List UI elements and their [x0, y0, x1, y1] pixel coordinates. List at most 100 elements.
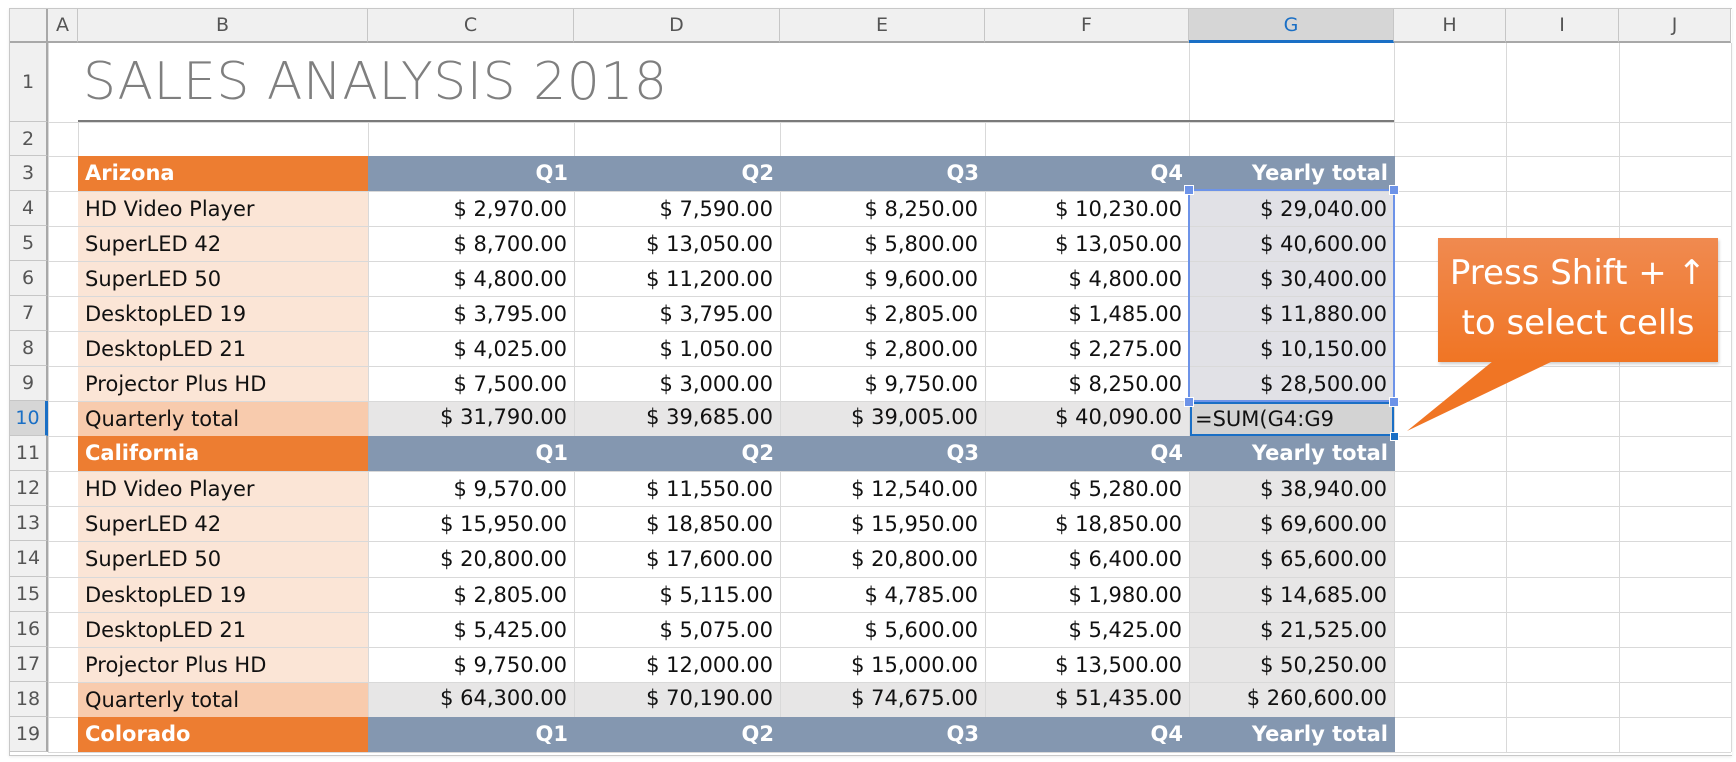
quarter-value-cell[interactable]: $ 13,050.00 — [575, 227, 780, 262]
quarter-value-cell[interactable]: $ 5,425.00 — [986, 612, 1189, 647]
section-header-california[interactable]: California — [78, 436, 368, 472]
quarter-value-cell[interactable]: $ 4,025.00 — [369, 332, 574, 367]
quarter-value-cell[interactable]: $ 13,050.00 — [986, 227, 1189, 262]
quarterly-total-cell[interactable]: $ 31,790.00 — [369, 402, 574, 437]
quarter-value-cell[interactable]: $ 4,800.00 — [986, 262, 1189, 297]
quarter-value-cell[interactable]: $ 11,200.00 — [575, 262, 780, 297]
column-header-e[interactable]: E — [780, 9, 985, 43]
product-name[interactable]: Projector Plus HD — [78, 367, 368, 402]
quarter-value-cell[interactable]: $ 4,800.00 — [369, 262, 574, 297]
quarter-value-cell[interactable]: $ 13,500.00 — [986, 647, 1189, 682]
column-label-yearly-total[interactable]: Yearly total — [1189, 436, 1395, 472]
column-label-q4[interactable]: Q4 — [985, 436, 1190, 472]
row-header-18[interactable]: 18 — [10, 681, 48, 717]
selection-handle[interactable] — [1184, 397, 1194, 408]
column-label-q1[interactable]: Q1 — [368, 716, 575, 752]
fill-handle[interactable] — [1390, 432, 1399, 442]
quarter-value-cell[interactable]: $ 1,485.00 — [986, 297, 1189, 332]
product-name[interactable]: SuperLED 50 — [78, 542, 368, 577]
product-name[interactable]: DesktopLED 19 — [78, 297, 368, 332]
quarter-value-cell[interactable]: $ 2,805.00 — [369, 577, 574, 612]
row-header-7[interactable]: 7 — [10, 296, 48, 332]
column-header-h[interactable]: H — [1394, 9, 1506, 43]
quarter-value-cell[interactable]: $ 2,275.00 — [986, 332, 1189, 367]
product-name[interactable]: DesktopLED 19 — [78, 577, 368, 612]
yearly-total-cell[interactable]: $ 14,685.00 — [1190, 577, 1394, 612]
quarter-value-cell[interactable]: $ 9,570.00 — [369, 472, 574, 507]
quarter-value-cell[interactable]: $ 5,800.00 — [781, 227, 985, 262]
quarterly-total-cell[interactable]: $ 39,685.00 — [575, 402, 780, 437]
quarterly-total-label[interactable]: Quarterly total — [78, 682, 368, 717]
quarterly-total-cell[interactable]: $ 51,435.00 — [986, 682, 1189, 717]
quarter-value-cell[interactable]: $ 6,400.00 — [986, 542, 1189, 577]
product-name[interactable]: SuperLED 50 — [78, 262, 368, 297]
product-name[interactable]: DesktopLED 21 — [78, 612, 368, 647]
quarter-value-cell[interactable]: $ 9,600.00 — [781, 262, 985, 297]
quarterly-total-cell[interactable]: $ 74,675.00 — [781, 682, 985, 717]
row-header-19[interactable]: 19 — [10, 716, 48, 752]
row-header-1[interactable]: 1 — [10, 43, 48, 122]
column-label-q3[interactable]: Q3 — [780, 436, 986, 472]
section-header-colorado[interactable]: Colorado — [78, 716, 368, 752]
quarter-value-cell[interactable]: $ 20,800.00 — [369, 542, 574, 577]
column-label-q3[interactable]: Q3 — [780, 156, 986, 192]
quarter-value-cell[interactable]: $ 1,980.00 — [986, 577, 1189, 612]
quarter-value-cell[interactable]: $ 5,425.00 — [369, 612, 574, 647]
active-cell-formula-input[interactable]: =SUM(G4:G9 — [1190, 402, 1394, 437]
selection-handle[interactable] — [1389, 185, 1399, 196]
spreadsheet-grid[interactable]: A B C D E F G H I J 1 2 3 4 5 6 7 8 9 10 11 12 13 14 15 16 17 18 19 S… — [9, 8, 1732, 756]
product-name[interactable]: DesktopLED 21 — [78, 332, 368, 367]
quarter-value-cell[interactable]: $ 7,500.00 — [369, 367, 574, 402]
column-header-a[interactable]: A — [48, 9, 78, 43]
quarter-value-cell[interactable]: $ 5,075.00 — [575, 612, 780, 647]
section-header-arizona[interactable]: Arizona — [78, 156, 368, 192]
quarter-value-cell[interactable]: $ 5,115.00 — [575, 577, 780, 612]
quarterly-total-cell[interactable]: $ 70,190.00 — [575, 682, 780, 717]
column-label-q4[interactable]: Q4 — [985, 156, 1190, 192]
quarter-value-cell[interactable]: $ 17,600.00 — [575, 542, 780, 577]
column-label-q2[interactable]: Q2 — [574, 436, 781, 472]
row-header-9[interactable]: 9 — [10, 366, 48, 402]
row-header-12[interactable]: 12 — [10, 471, 48, 507]
selection-handle[interactable] — [1184, 185, 1194, 196]
column-header-j[interactable]: J — [1619, 9, 1731, 43]
product-name[interactable]: SuperLED 42 — [78, 507, 368, 542]
row-header-15[interactable]: 15 — [10, 576, 48, 612]
selection-handle[interactable] — [1389, 397, 1399, 408]
column-label-q4[interactable]: Q4 — [985, 716, 1190, 752]
quarter-value-cell[interactable]: $ 11,550.00 — [575, 472, 780, 507]
yearly-total-cell[interactable]: $ 50,250.00 — [1190, 647, 1394, 682]
quarter-value-cell[interactable]: $ 12,540.00 — [781, 472, 985, 507]
quarterly-total-cell[interactable]: $ 40,090.00 — [986, 402, 1189, 437]
quarter-value-cell[interactable]: $ 5,280.00 — [986, 472, 1189, 507]
sheet-title[interactable]: SALES ANALYSIS 2018 — [78, 43, 1189, 122]
quarter-value-cell[interactable]: $ 9,750.00 — [781, 367, 985, 402]
row-header-4[interactable]: 4 — [10, 191, 48, 227]
quarter-value-cell[interactable]: $ 18,850.00 — [575, 507, 780, 542]
column-label-q1[interactable]: Q1 — [368, 436, 575, 472]
yearly-total-cell[interactable]: $ 21,525.00 — [1190, 612, 1394, 647]
product-name[interactable]: Projector Plus HD — [78, 647, 368, 682]
column-label-q1[interactable]: Q1 — [368, 156, 575, 192]
column-label-q2[interactable]: Q2 — [574, 716, 781, 752]
yearly-total-cell[interactable]: $ 65,600.00 — [1190, 542, 1394, 577]
quarter-value-cell[interactable]: $ 2,800.00 — [781, 332, 985, 367]
quarter-value-cell[interactable]: $ 9,750.00 — [369, 647, 574, 682]
quarterly-total-cell[interactable]: $ 39,005.00 — [781, 402, 985, 437]
column-label-yearly-total[interactable]: Yearly total — [1189, 156, 1395, 192]
quarterly-total-cell[interactable]: $ 260,600.00 — [1190, 682, 1394, 717]
column-header-i[interactable]: I — [1506, 9, 1619, 43]
row-header-8[interactable]: 8 — [10, 331, 48, 367]
quarter-value-cell[interactable]: $ 8,700.00 — [369, 227, 574, 262]
row-header-2[interactable]: 2 — [10, 122, 48, 156]
column-header-d[interactable]: D — [574, 9, 780, 43]
row-header-17[interactable]: 17 — [10, 646, 48, 682]
column-header-b[interactable]: B — [78, 9, 368, 43]
row-header-11[interactable]: 11 — [10, 436, 48, 472]
column-header-g[interactable]: G — [1189, 9, 1394, 43]
quarter-value-cell[interactable]: $ 1,050.00 — [575, 332, 780, 367]
quarter-value-cell[interactable]: $ 15,000.00 — [781, 647, 985, 682]
quarter-value-cell[interactable]: $ 3,795.00 — [575, 297, 780, 332]
quarter-value-cell[interactable]: $ 7,590.00 — [575, 192, 780, 227]
column-label-q2[interactable]: Q2 — [574, 156, 781, 192]
